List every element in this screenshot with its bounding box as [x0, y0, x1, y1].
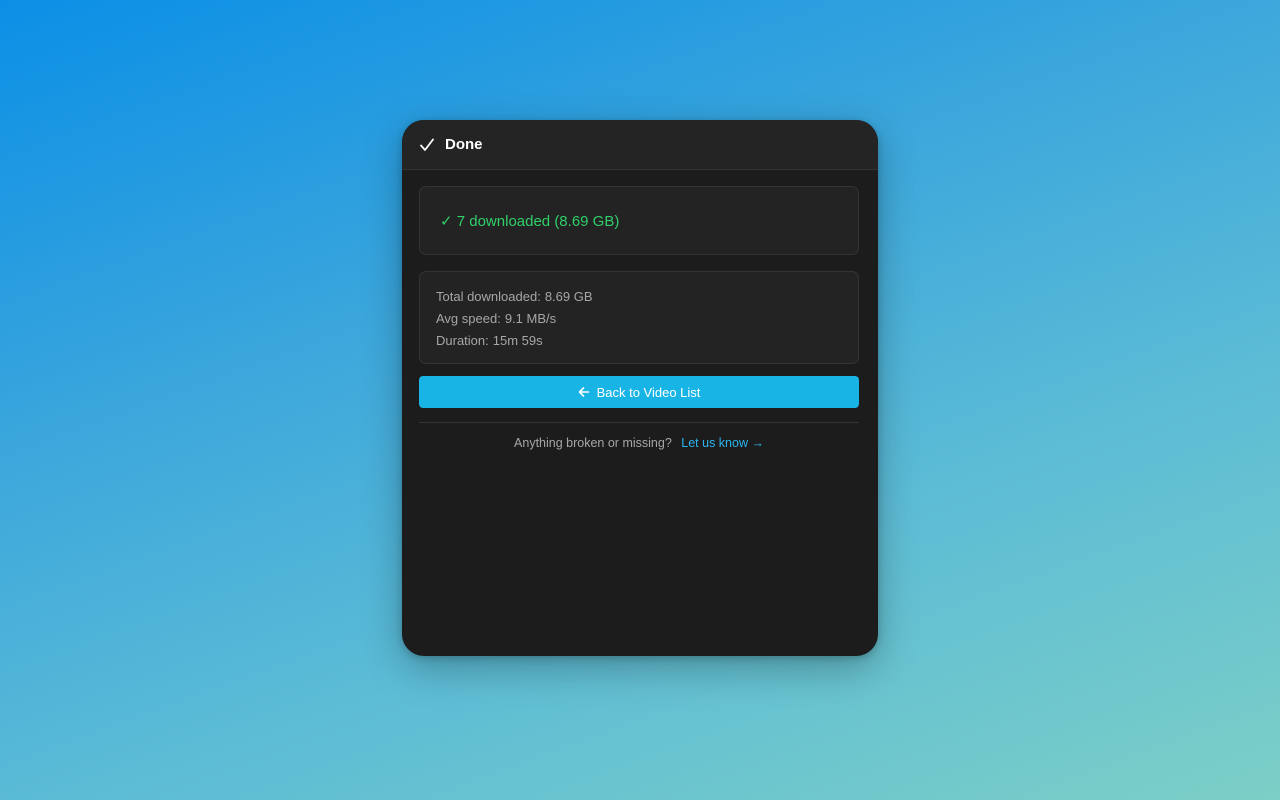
panel-title: Done — [445, 136, 483, 153]
arrow-left-icon — [578, 386, 590, 398]
panel-body: ✓ 7 downloaded (8.69 GB) Total downloade… — [402, 170, 878, 450]
download-complete-panel: Done ✓ 7 downloaded (8.69 GB) Total down… — [402, 120, 878, 656]
feedback-row: Anything broken or missing? Let us know … — [419, 436, 859, 450]
stat-total-downloaded: Total downloaded: 8.69 GB — [436, 286, 842, 308]
stat-duration-value: 15m 59s — [492, 333, 543, 348]
checkmark-icon — [419, 137, 435, 153]
stats-card: Total downloaded: 8.69 GB Avg speed: 9.1… — [419, 271, 859, 364]
stat-total-label: Total downloaded: — [436, 289, 541, 304]
stat-total-value: 8.69 GB — [544, 289, 593, 304]
back-to-video-list-button[interactable]: Back to Video List — [419, 376, 859, 408]
status-card: ✓ 7 downloaded (8.69 GB) — [419, 186, 859, 255]
panel-header: Done — [402, 120, 878, 170]
download-status-text: ✓ 7 downloaded (8.69 GB) — [440, 212, 620, 230]
feedback-prompt: Anything broken or missing? — [514, 436, 672, 450]
back-button-label: Back to Video List — [596, 384, 701, 400]
stat-duration-label: Duration: — [436, 333, 489, 348]
feedback-link[interactable]: Let us know → — [681, 436, 764, 450]
stat-avg-speed: Avg speed: 9.1 MB/s — [436, 308, 842, 330]
stat-speed-value: 9.1 MB/s — [504, 311, 557, 326]
divider — [419, 422, 859, 423]
stat-speed-label: Avg speed: — [436, 311, 501, 326]
stat-duration: Duration: 15m 59s — [436, 330, 842, 352]
